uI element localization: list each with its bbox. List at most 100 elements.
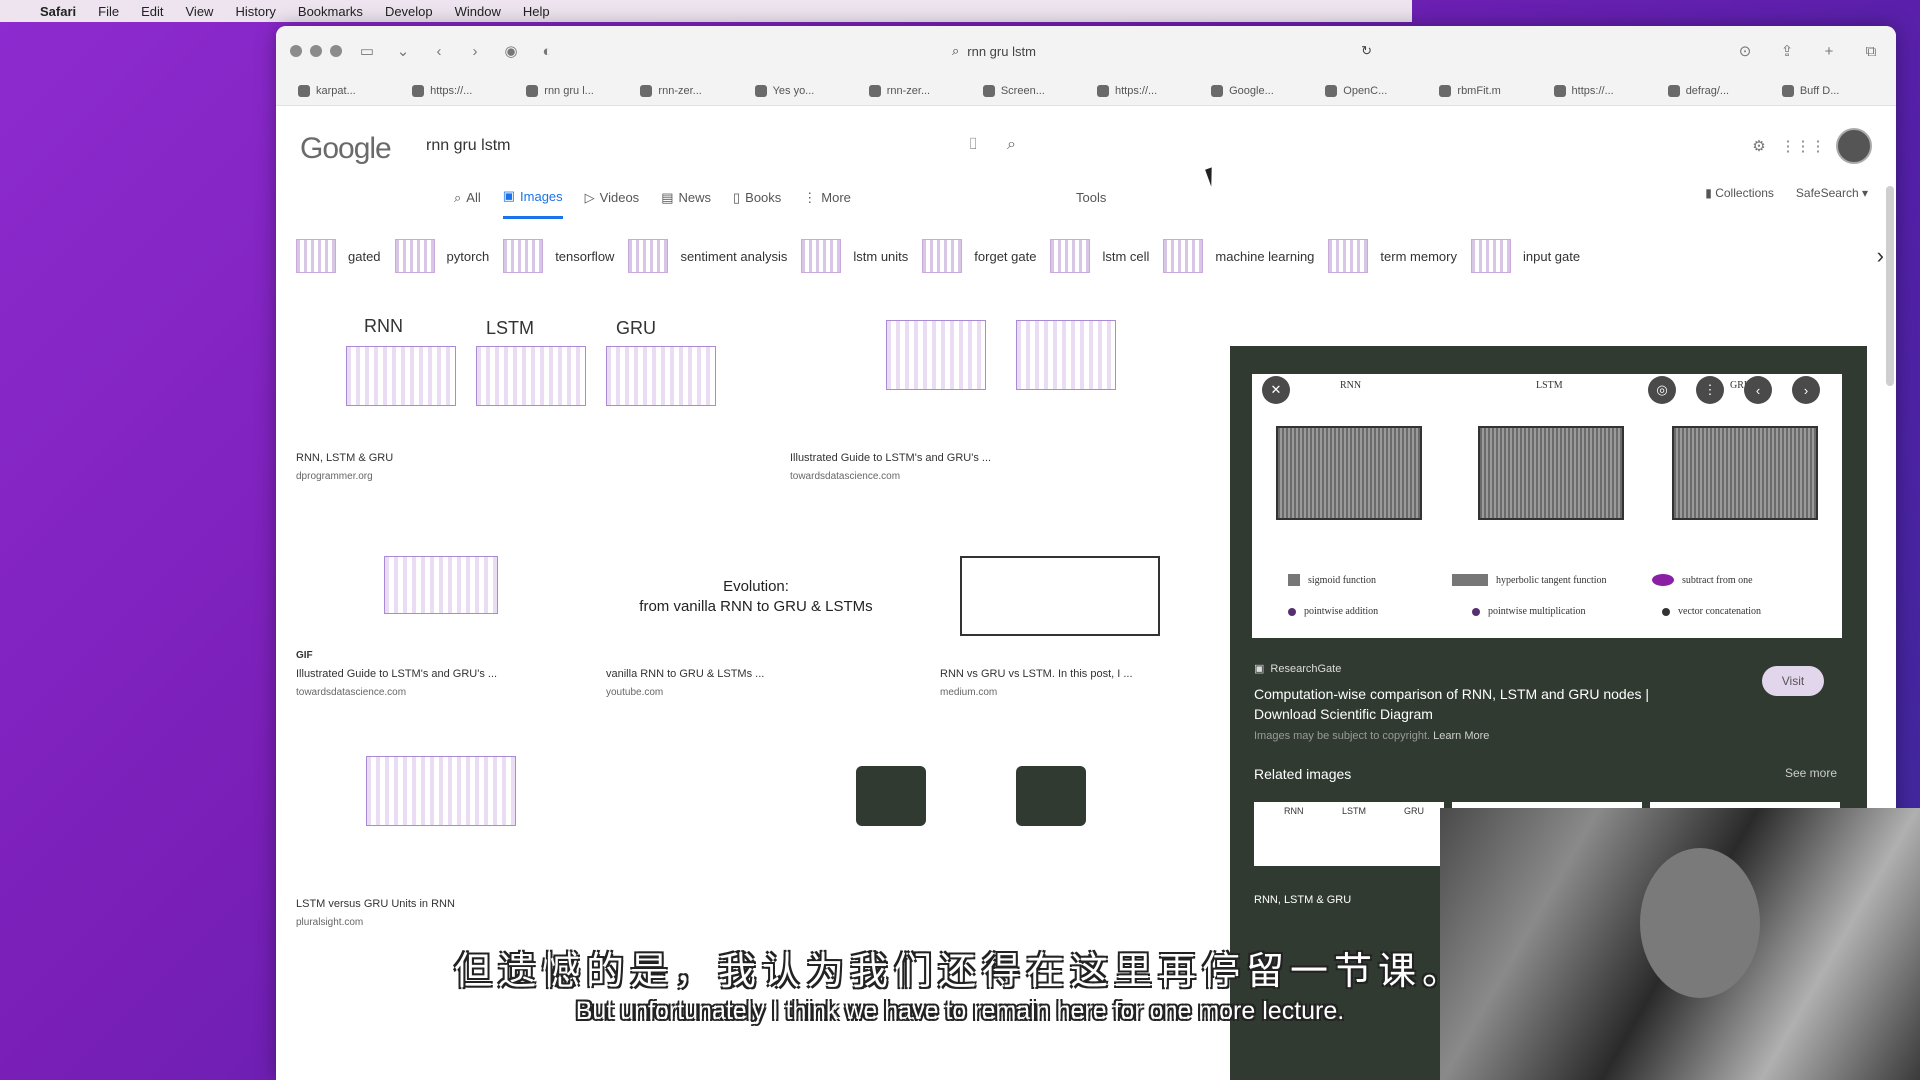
visit-button[interactable]: Visit bbox=[1762, 666, 1824, 696]
sidebar-icon[interactable]: ▭ bbox=[356, 40, 378, 62]
camera-icon[interactable]: ⌷ bbox=[968, 136, 978, 154]
chip-input-gate[interactable]: input gate bbox=[1470, 239, 1580, 273]
favorite-item[interactable]: https://... bbox=[412, 84, 526, 97]
favorite-item[interactable]: Screen... bbox=[982, 84, 1097, 97]
google-icon bbox=[1211, 84, 1224, 97]
github-icon bbox=[298, 84, 310, 97]
favorite-item[interactable]: https://... bbox=[1553, 84, 1668, 97]
search-icon[interactable]: ⌕ bbox=[1007, 136, 1016, 154]
chip-pytorch[interactable]: pytorch bbox=[394, 239, 489, 273]
lens-icon[interactable]: ◎ bbox=[1648, 376, 1676, 404]
share-icon[interactable]: ⇪ bbox=[1776, 40, 1798, 62]
avatar[interactable] bbox=[1836, 128, 1872, 164]
video-title-overlay: Evolution: bbox=[723, 578, 789, 595]
chip-term-memory[interactable]: term memory bbox=[1328, 239, 1457, 273]
tools-button[interactable]: Tools bbox=[1076, 190, 1106, 205]
more-vert-icon[interactable]: ⋮ bbox=[1696, 376, 1724, 404]
favorite-item[interactable]: https://... bbox=[1096, 84, 1211, 97]
chip-forget-gate[interactable]: forget gate bbox=[922, 239, 1036, 273]
search-input[interactable]: rnn gru lstm ⌷ ⌕ bbox=[416, 124, 1016, 168]
back-icon[interactable]: ‹ bbox=[428, 40, 450, 62]
menu-history[interactable]: History bbox=[235, 4, 275, 19]
menubar-app-name[interactable]: Safari bbox=[40, 4, 76, 19]
preview-source[interactable]: ▣ ResearchGate bbox=[1254, 662, 1341, 676]
preview-heading[interactable]: Computation-wise comparison of RNN, LSTM… bbox=[1254, 684, 1684, 724]
chip-machine-learning[interactable]: machine learning bbox=[1163, 239, 1314, 273]
scrollbar[interactable] bbox=[1886, 186, 1894, 386]
image-result[interactable]: Illustrated Guide to LSTM's and GRU's ..… bbox=[790, 306, 1116, 482]
more-vert-icon: ⋮ bbox=[803, 189, 817, 205]
chip-lstm-units[interactable]: lstm units bbox=[801, 239, 908, 273]
reload-icon[interactable]: ↻ bbox=[1361, 43, 1372, 59]
new-tab-icon[interactable]: + bbox=[1818, 40, 1840, 62]
menu-file[interactable]: File bbox=[98, 4, 119, 19]
tab-books[interactable]: ▯ Books bbox=[733, 188, 781, 219]
favorite-item[interactable]: defrag/... bbox=[1667, 84, 1782, 97]
favorite-item[interactable]: OpenC... bbox=[1325, 84, 1439, 97]
search-icon: ⌕ bbox=[952, 43, 960, 58]
tab-all[interactable]: ⌕ All bbox=[454, 188, 481, 219]
settings-gear-icon[interactable]: ⚙ bbox=[1748, 135, 1770, 157]
chip-sentiment-analysis[interactable]: sentiment analysis bbox=[628, 239, 787, 273]
favorite-item[interactable]: rnn-zer... bbox=[640, 84, 754, 97]
result-caption: RNN vs GRU vs LSTM. In this post, I ... bbox=[940, 668, 1133, 680]
downloads-icon[interactable]: ⊙ bbox=[1734, 40, 1756, 62]
close-window-button[interactable] bbox=[290, 45, 302, 57]
favorite-item[interactable]: Google... bbox=[1211, 84, 1325, 97]
see-more-link[interactable]: See more bbox=[1785, 766, 1837, 780]
forward-icon[interactable]: › bbox=[464, 40, 486, 62]
chevron-right-icon[interactable]: › bbox=[1792, 376, 1820, 404]
tab-news[interactable]: ▤ News bbox=[661, 188, 711, 219]
favorite-item[interactable]: rnn-zer... bbox=[868, 84, 983, 97]
result-thumbnail bbox=[606, 346, 716, 406]
safesearch-button[interactable]: SafeSearch ▾ bbox=[1796, 186, 1868, 200]
address-bar[interactable]: ⌕ rnn gru lstm ↻ bbox=[952, 43, 1372, 59]
chevron-down-icon[interactable]: ⌄ bbox=[392, 40, 414, 62]
favorite-item[interactable]: Yes yo... bbox=[754, 84, 869, 97]
tab-videos[interactable]: ▷ Videos bbox=[585, 188, 640, 219]
concatenation-icon bbox=[1662, 607, 1670, 616]
privacy-icon[interactable]: ◉ bbox=[500, 40, 522, 62]
chip-lstm-cell[interactable]: lstm cell bbox=[1050, 239, 1149, 273]
bookmark-icon: ▮ bbox=[1705, 186, 1716, 200]
menu-edit[interactable]: Edit bbox=[141, 4, 163, 19]
learn-more-link[interactable]: Learn More bbox=[1433, 730, 1489, 742]
news-icon: ▤ bbox=[661, 189, 674, 205]
tab-more[interactable]: ⋮ More bbox=[803, 188, 851, 219]
menu-bookmarks[interactable]: Bookmarks bbox=[298, 4, 363, 19]
chevron-right-icon[interactable]: › bbox=[1877, 243, 1884, 269]
favorite-item[interactable]: rnn gru l... bbox=[526, 84, 640, 97]
menu-window[interactable]: Window bbox=[455, 4, 501, 19]
legend-item: vector concatenation bbox=[1662, 606, 1761, 617]
file-icon bbox=[1439, 84, 1452, 97]
result-thumbnail[interactable] bbox=[856, 766, 926, 826]
chevron-left-icon[interactable]: ‹ bbox=[1744, 376, 1772, 404]
image-result[interactable]: RNN vs GRU vs LSTM. In this post, I ... … bbox=[940, 526, 1220, 706]
menu-view[interactable]: View bbox=[186, 4, 214, 19]
preview-image[interactable]: RNN LSTM GRU sigmoid function hyperbolic… bbox=[1252, 374, 1842, 638]
image-result[interactable]: LSTM versus GRU Units in RNN pluralsight… bbox=[296, 746, 616, 928]
tab-overview-icon[interactable]: ⧉ bbox=[1860, 40, 1882, 62]
favorite-item[interactable]: rbmFit.m bbox=[1439, 84, 1553, 97]
tab-images[interactable]: ▣ Images bbox=[502, 188, 563, 219]
result-caption: Illustrated Guide to LSTM's and GRU's ..… bbox=[296, 668, 498, 680]
result-thumbnail[interactable] bbox=[1016, 766, 1086, 826]
shield-icon[interactable]: ◐ bbox=[536, 40, 558, 62]
related-image[interactable]: RNN LSTM GRU bbox=[1254, 802, 1444, 866]
collections-button[interactable]: ▮ Collections bbox=[1705, 186, 1774, 200]
image-result[interactable]: Evolution: from vanilla RNN to GRU & LST… bbox=[606, 526, 906, 706]
chip-tensorflow[interactable]: tensorflow bbox=[503, 239, 614, 273]
apps-grid-icon[interactable]: ⋮⋮⋮ bbox=[1781, 135, 1826, 157]
image-result[interactable]: GIF Illustrated Guide to LSTM's and GRU'… bbox=[296, 526, 596, 706]
favorite-item[interactable]: Buff D... bbox=[1781, 84, 1896, 97]
chip-thumbnail bbox=[922, 239, 963, 273]
chip-gated[interactable]: gated bbox=[296, 239, 381, 273]
google-logo[interactable]: Google bbox=[300, 132, 392, 166]
menu-develop[interactable]: Develop bbox=[385, 4, 433, 19]
favorite-item[interactable]: karpat... bbox=[298, 84, 412, 97]
minimize-window-button[interactable] bbox=[310, 45, 322, 57]
zoom-window-button[interactable] bbox=[330, 45, 342, 57]
image-result[interactable]: RNN LSTM GRU RNN, LSTM & GRU dprogrammer… bbox=[296, 306, 716, 482]
close-icon[interactable]: ✕ bbox=[1262, 376, 1290, 404]
menu-help[interactable]: Help bbox=[523, 4, 550, 19]
